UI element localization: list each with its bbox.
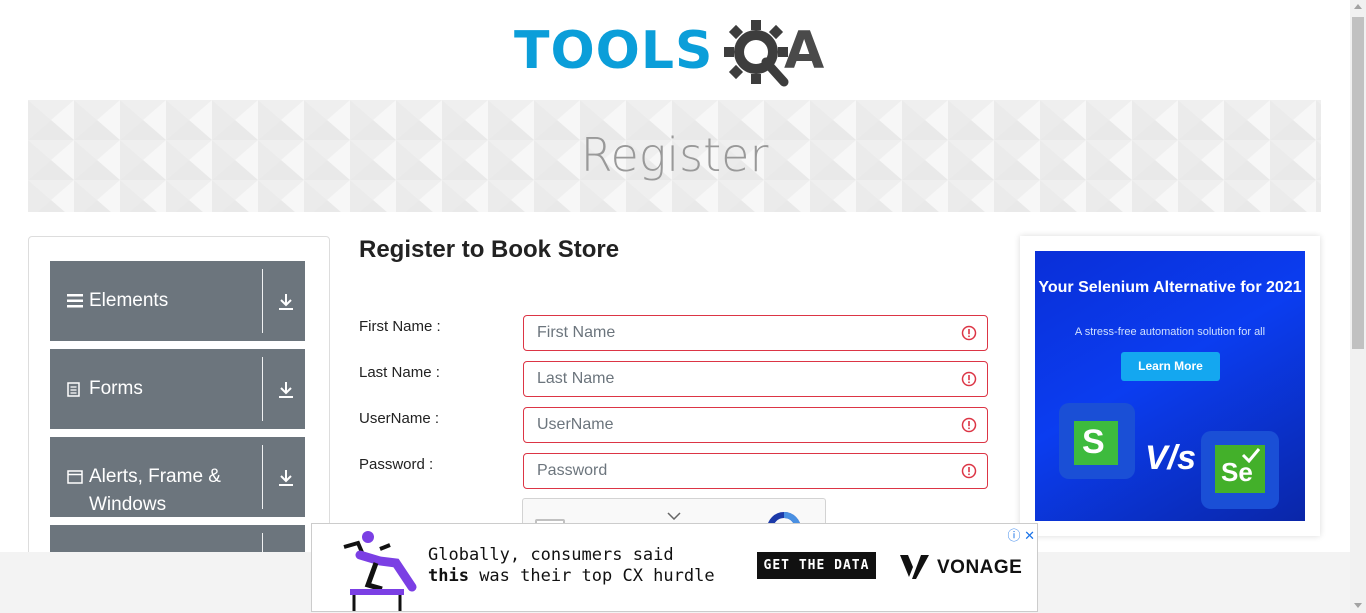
download-arrow-icon — [279, 382, 293, 398]
katalon-logo: S — [1059, 403, 1135, 479]
scroll-up-arrow-icon[interactable] — [1354, 4, 1362, 9]
ad-choices-controls[interactable]: ⓘ ✕ — [1007, 525, 1035, 544]
error-icon — [961, 417, 977, 433]
ad-creative[interactable]: Your Selenium Alternative for 2021 A str… — [1035, 251, 1305, 521]
hurdle-runner-illustration — [343, 531, 417, 611]
ad-close-icon[interactable]: ✕ — [1024, 528, 1035, 543]
learn-more-button[interactable]: Learn More — [1121, 352, 1220, 381]
scroll-thumb[interactable] — [1352, 17, 1364, 349]
page-title: Register — [580, 128, 769, 182]
katalon-letter: S — [1082, 423, 1105, 461]
error-icon — [961, 325, 977, 341]
ad-headline: Your Selenium Alternative for 2021 — [1038, 279, 1302, 296]
toolsqa-logo[interactable]: TOOLS A — [514, 16, 844, 90]
get-the-data-button[interactable]: GET THE DATA — [757, 552, 876, 579]
last-name-field — [523, 361, 988, 397]
selenium-logo: Se — [1201, 431, 1279, 509]
ad-line-1: Globally, consumers said — [428, 545, 674, 565]
sidebar-group-elements[interactable]: Elements — [50, 261, 305, 341]
last-name-label: Last Name : — [359, 364, 440, 381]
ad-line-2-bold: this — [428, 566, 469, 586]
window-icon — [67, 470, 83, 484]
divider — [262, 269, 263, 333]
document-icon — [67, 382, 80, 397]
first-name-field — [523, 315, 988, 351]
bottom-ad-copy: Globally, consumers said this was their … — [428, 545, 715, 587]
ad-info-icon[interactable]: ⓘ — [1007, 528, 1020, 543]
ad-line-2: this was their top CX hurdle — [428, 566, 715, 587]
username-input[interactable] — [524, 408, 957, 442]
first-name-label: First Name : — [359, 318, 441, 335]
error-icon — [961, 463, 977, 479]
sidebar-group-label: Alerts, Frame & Windows — [89, 466, 221, 515]
logo-text-a: A — [784, 21, 825, 81]
hamburger-icon — [67, 294, 83, 308]
first-name-input[interactable] — [524, 316, 957, 350]
username-field — [523, 407, 988, 443]
password-label: Password : — [359, 456, 434, 473]
sidebar-ad[interactable]: Your Selenium Alternative for 2021 A str… — [1020, 236, 1320, 536]
username-label: UserName : — [359, 410, 440, 427]
download-arrow-icon — [279, 294, 293, 310]
download-arrow-icon — [279, 470, 293, 486]
checkmark-icon — [1241, 448, 1261, 463]
password-input[interactable] — [524, 454, 957, 488]
divider — [262, 357, 263, 421]
divider — [262, 445, 263, 509]
password-field — [523, 453, 988, 489]
sidebar-group-label: Elements — [89, 290, 169, 311]
chevron-down-icon — [667, 512, 681, 520]
sidebar: Elements Forms Alerts, Frame & Windows — [28, 236, 330, 568]
scroll-down-arrow-icon[interactable] — [1354, 603, 1362, 608]
sidebar-group-label: Forms — [89, 378, 143, 399]
versus-text: V/s — [1145, 439, 1197, 477]
ad-subtext: A stress-free automation solution for al… — [1074, 326, 1266, 338]
sidebar-group-forms[interactable]: Forms — [50, 349, 305, 429]
form-title: Register to Book Store — [359, 236, 620, 263]
vonage-brand: VONAGE — [937, 557, 1023, 578]
ad-line-2-rest: was their top CX hurdle — [468, 566, 715, 586]
sidebar-group-alerts[interactable]: Alerts, Frame & Windows — [50, 437, 305, 517]
vonage-logo-icon — [900, 555, 929, 579]
bottom-ad-banner[interactable]: Globally, consumers said this was their … — [311, 523, 1038, 612]
logo-text-tools: TOOLS — [514, 21, 714, 81]
page-banner: Register — [28, 100, 1321, 212]
last-name-input[interactable] — [524, 362, 957, 396]
page-scrollbar[interactable] — [1350, 0, 1366, 613]
error-icon — [961, 371, 977, 387]
